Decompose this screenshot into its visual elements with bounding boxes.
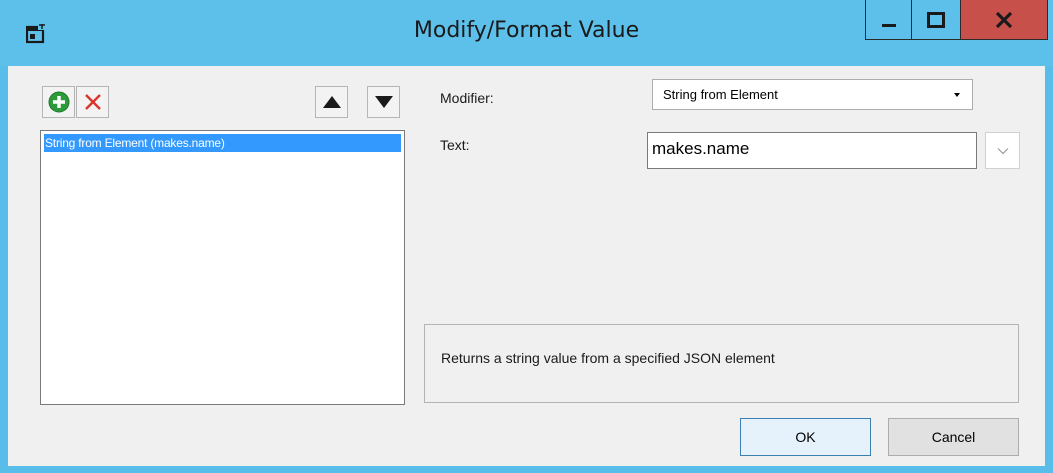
close-icon (995, 11, 1013, 28)
description-box: Returns a string value from a specified … (424, 324, 1019, 403)
text-label: Text: (440, 137, 470, 153)
remove-icon (84, 94, 101, 110)
modifiers-list[interactable]: String from Element (makes.name) (40, 130, 405, 405)
text-input[interactable]: makes.name (647, 132, 977, 169)
maximize-icon (927, 11, 945, 28)
modifier-select-value: String from Element (663, 87, 778, 102)
maximize-button[interactable] (912, 0, 961, 40)
minimize-button[interactable] (865, 0, 912, 40)
list-item[interactable]: String from Element (makes.name) (44, 134, 401, 152)
move-up-icon (322, 96, 341, 108)
chevron-down-icon (954, 93, 960, 97)
move-down-icon (374, 96, 393, 108)
cancel-button[interactable]: Cancel (888, 418, 1019, 456)
modify-format-value-dialog: Modify/Format Value String from Element … (0, 0, 1053, 473)
close-button[interactable] (961, 0, 1048, 40)
add-icon (48, 91, 69, 113)
move-down-button[interactable] (367, 86, 400, 118)
minimize-icon (881, 23, 896, 27)
ok-button[interactable]: OK (740, 418, 871, 456)
move-up-button[interactable] (315, 86, 348, 118)
dialog-body: String from Element (makes.name) Modifie… (8, 66, 1045, 466)
title-bar[interactable]: Modify/Format Value (0, 0, 1053, 66)
text-input-value: makes.name (652, 139, 750, 158)
add-modifier-button[interactable] (42, 86, 75, 118)
chevron-down-icon (997, 147, 1008, 154)
modifier-select[interactable]: String from Element (652, 79, 973, 110)
text-dropdown-button[interactable] (985, 132, 1020, 169)
remove-modifier-button[interactable] (76, 86, 109, 118)
description-text: Returns a string value from a specified … (441, 350, 775, 366)
modifier-label: Modifier: (440, 90, 494, 106)
